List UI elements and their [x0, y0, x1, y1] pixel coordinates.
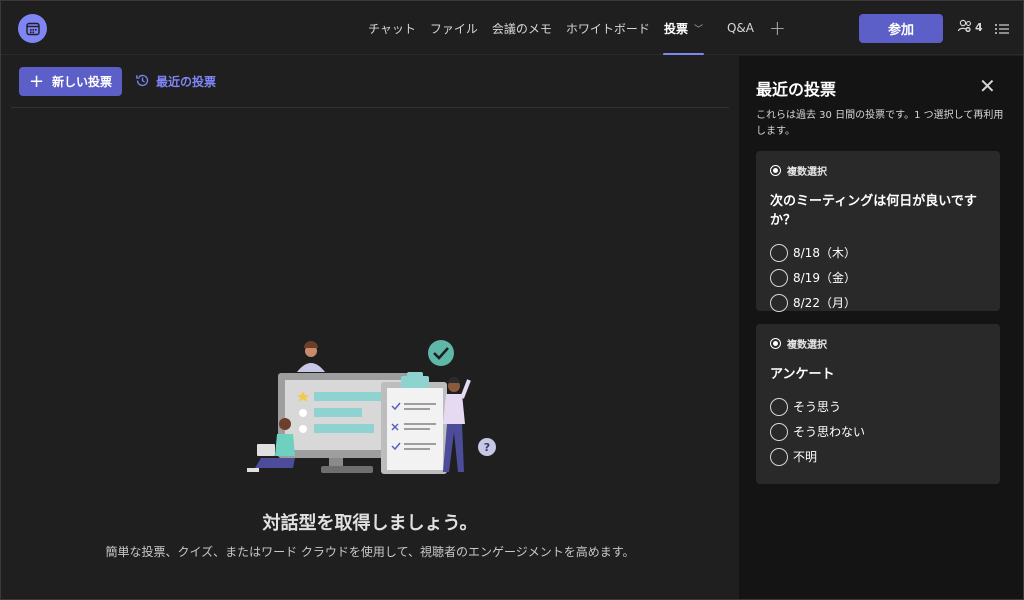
- poll-option-label: 8/18（木）: [793, 246, 856, 260]
- poll-type: 複数選択: [770, 163, 986, 178]
- radio-icon: [770, 397, 788, 416]
- poll-option: 8/19（金）: [770, 265, 986, 290]
- poll-type-label: 複数選択: [787, 340, 827, 351]
- close-icon[interactable]: ✕: [979, 74, 996, 98]
- tab-whiteboard[interactable]: ホワイトボード: [559, 1, 657, 55]
- tab-label: ファイル: [429, 21, 478, 36]
- add-tab-icon[interactable]: +: [761, 1, 794, 55]
- calendar-icon[interactable]: [18, 14, 47, 43]
- radio-icon: [770, 293, 788, 312]
- radio-icon: [770, 422, 788, 441]
- tab-chat[interactable]: チャット: [361, 1, 423, 55]
- poll-option: そう思わない: [770, 419, 986, 444]
- panel-title: 最近の投票: [756, 80, 837, 99]
- tab-label: ホワイトボード: [565, 21, 650, 36]
- poll-option: 8/22（月）: [770, 290, 986, 315]
- poll-options: 8/18（木） 8/19（金） 8/22（月）: [770, 240, 986, 315]
- poll-option-label: 不明: [793, 450, 818, 464]
- history-icon: [135, 73, 150, 91]
- participants-button[interactable]: 4: [957, 18, 983, 37]
- recent-polls-button[interactable]: 最近の投票: [135, 67, 216, 96]
- participant-count: 4: [975, 21, 983, 34]
- recent-polls-label: 最近の投票: [156, 75, 217, 89]
- tab-bar: チャット ファイル 会議のメモ ホワイトボード 投票 ﹀ Q&A +: [361, 1, 794, 55]
- tab-files[interactable]: ファイル: [423, 1, 485, 55]
- panel-description: これらは過去 30 日間の投票です。1 つ選択して再利用します。: [756, 110, 1004, 137]
- plus-icon: +: [28, 70, 45, 92]
- tab-label: 投票: [663, 21, 688, 36]
- poll-card[interactable]: 複数選択 アンケート そう思う そう思わない 不明: [756, 324, 1000, 484]
- poll-question: 次のミーティングは何日が良いですか？: [770, 194, 977, 228]
- recent-polls-panel: 最近の投票 ✕ これらは過去 30 日間の投票です。1 つ選択して再利用します。…: [739, 56, 1023, 599]
- tab-label: 会議のメモ: [491, 21, 552, 36]
- radio-icon: [770, 447, 788, 466]
- empty-state-description: 簡単な投票、クイズ、またはワード クラウドを使用して、視聴者のエンゲージメントを…: [105, 545, 635, 559]
- poll-type: 複数選択: [770, 336, 986, 351]
- top-bar: チャット ファイル 会議のメモ ホワイトボード 投票 ﹀ Q&A + 参加 4: [1, 1, 1023, 55]
- polls-toolbar: + 新しい投票 最近の投票: [11, 56, 729, 108]
- tab-qa[interactable]: Q&A: [720, 1, 761, 55]
- radio-type-icon: [770, 338, 781, 349]
- poll-option: 不明: [770, 444, 986, 469]
- tab-label: Q&A: [726, 21, 754, 35]
- poll-option-label: 8/19（金）: [793, 271, 856, 285]
- poll-option-label: そう思う: [793, 400, 842, 414]
- poll-question: アンケート: [770, 367, 835, 382]
- people-icon: [957, 18, 973, 37]
- poll-options: そう思う そう思わない 不明: [770, 394, 986, 469]
- poll-option: 8/18（木）: [770, 240, 986, 265]
- new-poll-button[interactable]: + 新しい投票: [19, 67, 122, 96]
- radio-icon: [770, 268, 788, 287]
- tab-label: チャット: [368, 21, 416, 36]
- svg-text:?: ?: [484, 441, 490, 454]
- tab-polls[interactable]: 投票 ﹀: [657, 1, 710, 55]
- chevron-down-icon[interactable]: ﹀: [694, 22, 703, 35]
- list-icon[interactable]: [994, 21, 1010, 40]
- join-button[interactable]: 参加: [859, 14, 943, 43]
- poll-option-label: そう思わない: [793, 425, 866, 439]
- empty-state-title: 対話型を取得しましょう。: [262, 513, 478, 534]
- poll-option: そう思う: [770, 394, 986, 419]
- poll-option-label: 8/22（月）: [793, 296, 856, 310]
- poll-type-label: 複数選択: [787, 167, 827, 178]
- tab-meeting-notes[interactable]: 会議のメモ: [485, 1, 559, 55]
- new-poll-label: 新しい投票: [52, 75, 113, 89]
- radio-icon: [770, 243, 788, 262]
- radio-type-icon: [770, 165, 781, 176]
- empty-state-illustration: ?: [241, 336, 501, 485]
- poll-card[interactable]: 複数選択 次のミーティングは何日が良いですか？ 8/18（木） 8/19（金） …: [756, 151, 1000, 312]
